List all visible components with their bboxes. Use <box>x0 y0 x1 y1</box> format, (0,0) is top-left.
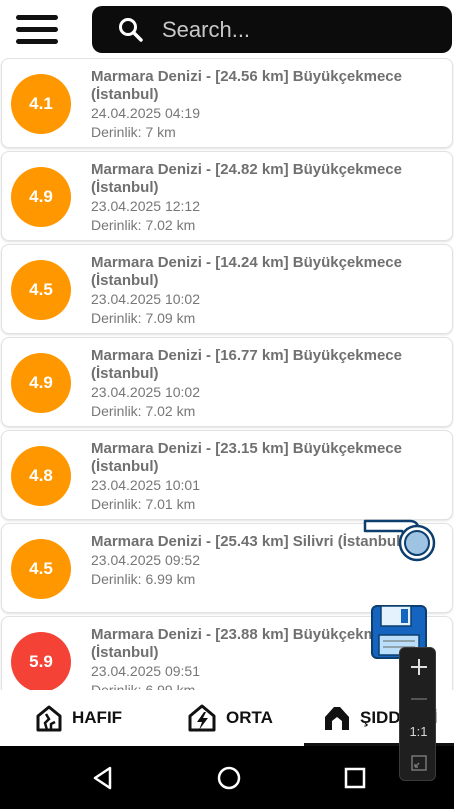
earthquake-location: Marmara Denizi - [24.82 km] Büyükçekmece… <box>91 161 402 196</box>
earthquake-depth: Derinlik: 7.02 km <box>91 217 196 233</box>
earthquake-location: Marmara Denizi - [23.15 km] Büyükçekmece… <box>91 440 402 475</box>
tab-label: HAFIF <box>72 708 123 727</box>
tab-hafif[interactable]: HAFIF <box>34 690 122 746</box>
earthquake-location: Marmara Denizi - [14.24 km] Büyükçekmece… <box>91 254 402 289</box>
earthquake-depth: Derinlik: 7 km <box>91 124 176 140</box>
earthquake-info: Marmara Denizi - [24.56 km] Büyükçekmece… <box>91 68 441 142</box>
plus-icon <box>410 659 427 675</box>
earthquake-info: Marmara Denizi - [24.82 km] Büyükçekmece… <box>91 161 441 235</box>
earthquake-location: Marmara Denizi - [24.56 km] Büyükçekmece… <box>91 68 402 103</box>
system-nav-bar <box>0 746 454 809</box>
back-button[interactable] <box>88 763 118 793</box>
recents-button[interactable] <box>340 763 370 793</box>
magnitude-badge: 4.5 <box>11 539 71 599</box>
search-input[interactable] <box>158 16 452 43</box>
recents-icon <box>344 767 366 789</box>
fit-screen-icon <box>410 755 427 771</box>
whistle-icon <box>363 519 436 562</box>
zoom-out-button[interactable] <box>400 684 437 714</box>
earthquake-info: Marmara Denizi - [14.24 km] Büyükçekmece… <box>91 254 441 328</box>
earthquake-date: 23.04.2025 10:02 <box>91 291 200 307</box>
earthquake-depth: Derinlik: 6.99 km <box>91 571 196 587</box>
magnitude-badge: 4.5 <box>11 260 71 320</box>
zoom-reset-button[interactable]: 1:1 <box>400 716 437 746</box>
earthquake-card[interactable]: 4.9 Marmara Denizi - [16.77 km] Büyükçekm… <box>1 337 453 427</box>
menu-button[interactable] <box>14 12 60 48</box>
earthquake-card[interactable]: 4.9 Marmara Denizi - [24.82 km] Büyükçekm… <box>1 151 453 241</box>
earthquake-date: 23.04.2025 09:51 <box>91 663 200 679</box>
home-button[interactable] <box>214 763 244 793</box>
home-icon <box>217 766 241 790</box>
earthquake-card[interactable]: 4.1 Marmara Denizi - [24.56 km] Büyükçekm… <box>1 58 453 148</box>
earthquake-date: 23.04.2025 12:12 <box>91 198 200 214</box>
tab-label: ORTA <box>226 708 273 727</box>
minus-icon <box>410 698 427 700</box>
earthquake-location: Marmara Denizi - [16.77 km] Büyükçekmece… <box>91 347 402 382</box>
earthquake-depth: Derinlik: 7.02 km <box>91 403 196 419</box>
zoom-control: 1:1 <box>399 647 436 781</box>
severity-tabs: HAFIF ORTA ŞIDDETLİ <box>0 690 454 746</box>
search-icon <box>118 17 158 43</box>
earthquake-depth: Derinlik: 7.01 km <box>91 496 196 512</box>
earthquake-info: Marmara Denizi - [23.15 km] Büyükçekmece… <box>91 440 441 514</box>
earthquake-card[interactable]: 4.8 Marmara Denizi - [23.15 km] Büyükçekm… <box>1 430 453 520</box>
house-crack-icon <box>36 705 62 732</box>
menu-icon-line <box>16 39 58 44</box>
zoom-in-button[interactable] <box>400 652 437 682</box>
app-screen: 4.1 Marmara Denizi - [24.56 km] Büyükçekm… <box>0 0 454 809</box>
earthquake-list[interactable]: 4.1 Marmara Denizi - [24.56 km] Büyükçekm… <box>0 58 454 690</box>
top-bar <box>0 0 454 60</box>
tab-orta[interactable]: ORTA <box>186 690 273 746</box>
magnitude-badge: 4.9 <box>11 167 71 227</box>
magnitude-badge: 4.1 <box>11 74 71 134</box>
magnitude-badge: 4.8 <box>11 446 71 506</box>
fit-screen-button[interactable] <box>400 748 437 778</box>
magnitude-badge: 5.9 <box>11 632 71 690</box>
earthquake-card[interactable]: 4.5 Marmara Denizi - [14.24 km] Büyükçekm… <box>1 244 453 334</box>
earthquake-depth: Derinlik: 7.09 km <box>91 310 196 326</box>
magnitude-badge: 4.9 <box>11 353 71 413</box>
menu-icon-line <box>16 27 58 32</box>
house-lightning-icon <box>188 704 216 732</box>
menu-icon-line <box>16 15 58 20</box>
earthquake-date: 24.04.2025 04:19 <box>91 105 200 121</box>
earthquake-info: Marmara Denizi - [16.77 km] Büyükçekmece… <box>91 347 441 421</box>
house-collapse-icon <box>325 707 349 730</box>
whistle-button[interactable] <box>362 517 438 565</box>
earthquake-date: 23.04.2025 10:02 <box>91 384 200 400</box>
earthquake-date: 23.04.2025 10:01 <box>91 477 200 493</box>
back-icon <box>93 766 112 790</box>
search-bar[interactable] <box>92 6 452 53</box>
earthquake-depth: Derinlik: 6.99 km <box>91 682 196 690</box>
